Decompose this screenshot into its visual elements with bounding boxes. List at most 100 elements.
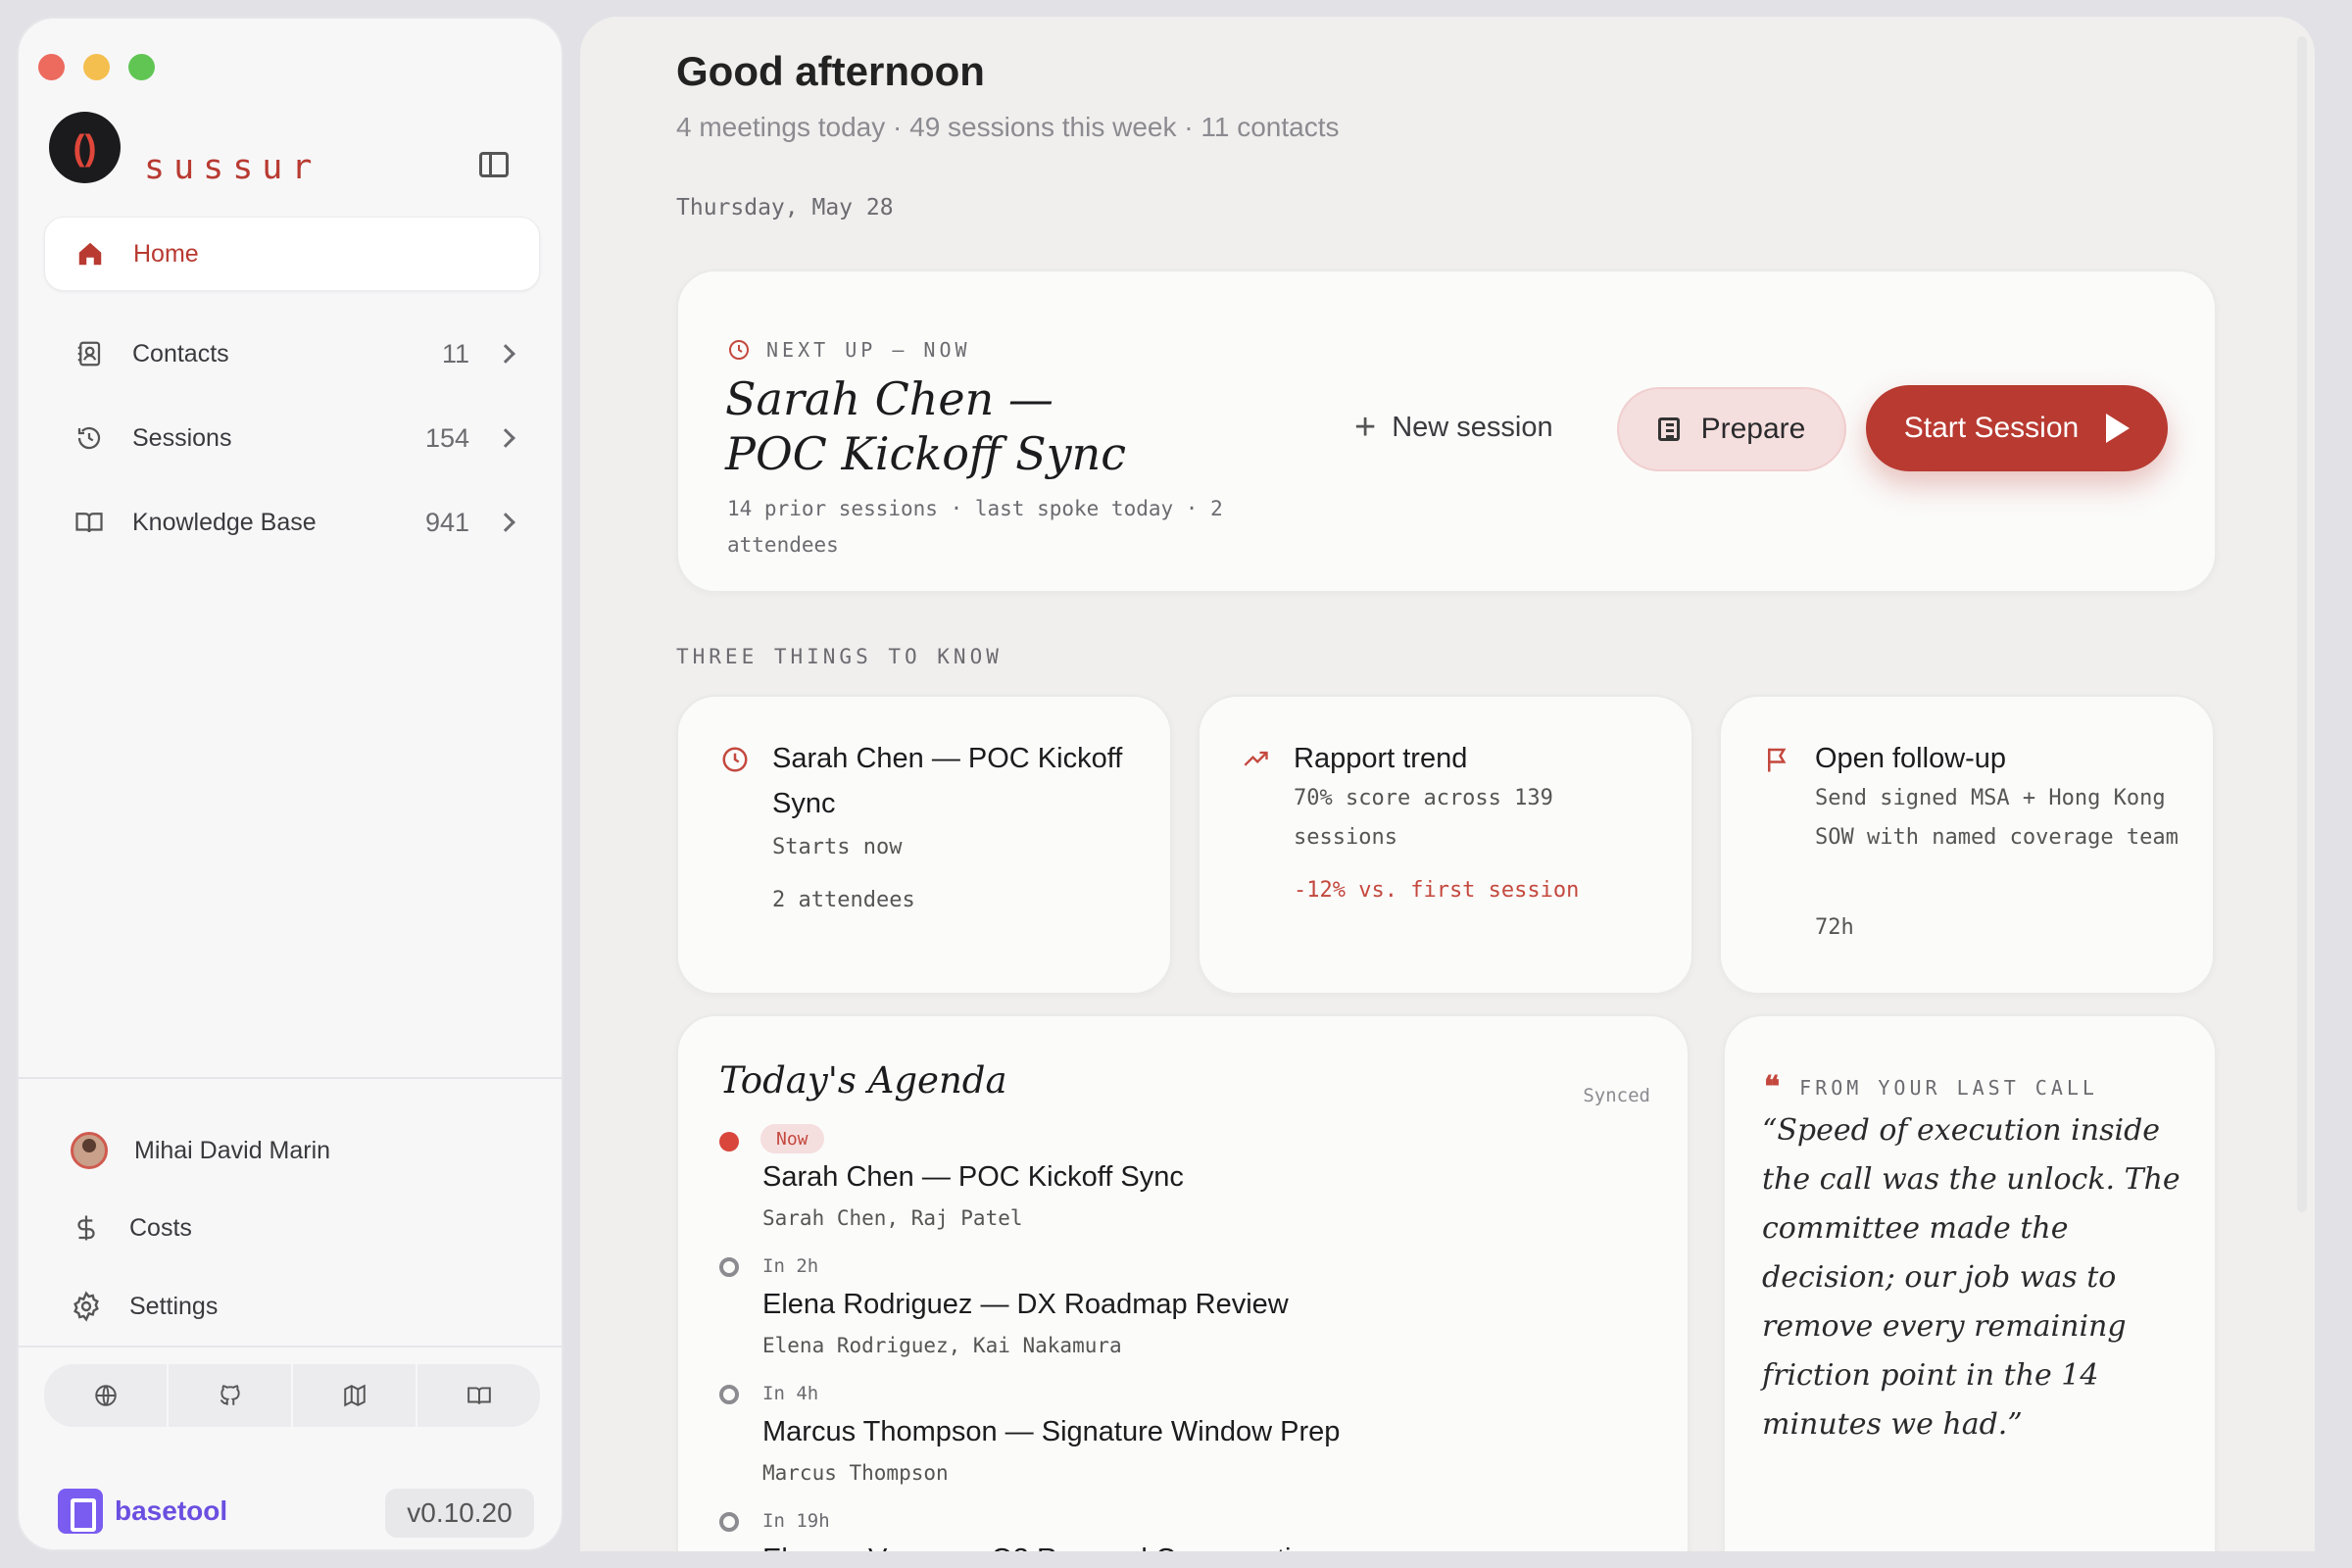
know-card-rapport[interactable]: Rapport trend 70% score across 139 sessi… [1198,695,1693,995]
flag-icon [1762,744,1793,775]
know-card-next-meeting[interactable]: Sarah Chen — POC Kickoff Sync Starts now… [676,695,1172,995]
know-card-subdetail: 72h [1815,915,1854,940]
last-call-card: ❝ FROM YOUR LAST CALL “Speed of executio… [1723,1014,2217,1551]
book-open-icon [74,507,105,538]
sidebar-item-settings[interactable]: Settings [71,1291,218,1322]
footer-link-bar [44,1364,540,1427]
contacts-icon [74,338,105,369]
next-up-title-line1: Sarah Chen — [725,372,1054,425]
prepare-label: Prepare [1700,413,1806,445]
agenda-item-attendees: Elena Rodriguez, Kai Nakamura [762,1334,1122,1357]
book-icon[interactable] [417,1364,540,1427]
chevron-right-icon[interactable] [496,344,515,364]
three-things-label: THREE THINGS TO KNOW [676,645,1003,668]
next-up-label: NEXT UP — NOW [766,338,971,362]
todays-agenda-card: Today's Agenda Synced Now Sarah Chen — P… [676,1014,1690,1551]
last-call-quote: “Speed of execution inside the call was … [1762,1113,2180,1442]
agenda-title: Today's Agenda [719,1059,1007,1102]
sidebar-divider [19,1077,562,1079]
sidebar-item-label: Sessions [132,423,232,452]
new-session-button[interactable]: + New session [1354,409,1553,446]
know-card-detail: Send signed MSA + Hong Kong SOW with nam… [1815,786,2179,850]
window-close-button[interactable] [38,54,65,80]
map-icon[interactable] [293,1364,417,1427]
agenda-item-attendees: Marcus Thompson [762,1461,949,1485]
sidebar-divider [19,1346,562,1348]
brand[interactable]: basetool [58,1489,227,1534]
know-card-subdetail: 2 attendees [772,888,915,912]
sidebar-item-sessions[interactable]: Sessions 154 [44,401,540,475]
sidebar-item-costs[interactable]: Costs [71,1212,192,1244]
user-name: Mihai David Marin [134,1136,331,1164]
dollar-icon [71,1212,102,1244]
start-session-label: Start Session [1903,412,2080,444]
know-card-title: Rapport trend [1294,743,1468,774]
know-card-detail: Starts now [772,835,903,859]
costs-label: Costs [129,1213,192,1242]
agenda-item-title: Elena Rodriguez — DX Roadmap Review [762,1289,1289,1320]
sidebar-item-contacts[interactable]: Contacts 11 [44,317,540,391]
clock-icon [719,744,751,775]
play-icon [2106,414,2131,443]
next-up-card: NEXT UP — NOW Sarah Chen — POC Kickoff S… [676,270,2217,593]
next-up-title: Sarah Chen — POC Kickoff Sync [725,371,1313,481]
plus-icon: + [1354,407,1377,448]
agenda-item-attendees: Sarah Chen, Raj Patel [762,1206,1023,1230]
next-up-title-line2: POC Kickoff Sync [725,427,1126,480]
window-minimize-button[interactable] [83,54,110,80]
chevron-right-icon[interactable] [496,428,515,448]
sessions-count: 154 [424,422,469,453]
sidebar-item-label: Knowledge Base [132,508,317,536]
contacts-count: 11 [441,338,469,368]
new-session-label: New session [1392,411,1553,443]
know-card-follow-up[interactable]: Open follow-up Send signed MSA + Hong Ko… [1719,695,2215,995]
status-dot-now [719,1132,739,1152]
agenda-item-title: Marcus Thompson — Signature Window Prep [762,1416,1341,1447]
home-icon [74,238,106,270]
clock-icon [727,338,751,362]
start-session-button[interactable]: Start Session [1866,385,2168,471]
page-title: Good afternoon [676,48,985,94]
sync-status: Synced [1583,1085,1650,1106]
globe-icon[interactable] [44,1364,169,1427]
basetool-logo-icon [58,1489,103,1534]
brand-name: basetool [115,1495,228,1526]
last-call-label: FROM YOUR LAST CALL [1799,1076,2098,1100]
sidebar-item-label: Contacts [132,339,229,368]
know-card-subdetail: -12% vs. first session [1294,878,1580,903]
prepare-button[interactable]: Prepare [1617,387,1846,471]
next-up-kicker: NEXT UP — NOW [727,338,971,362]
scrollbar[interactable] [2297,36,2307,1212]
know-card-detail: 70% score across 139 sessions [1294,786,1553,850]
main-content: Good afternoon 4 meetings today · 49 ses… [580,17,2315,1551]
sidebar-toggle-icon[interactable] [479,152,509,177]
quote-icon: ❝ [1764,1070,1785,1104]
sidebar-item-label: Home [133,239,199,268]
history-icon [74,422,105,454]
know-card-title: Sarah Chen — POC Kickoff Sync [772,743,1123,819]
next-up-meta: 14 prior sessions · last spoke today · 2… [727,497,1223,557]
window-zoom-button[interactable] [128,54,155,80]
knowledge-base-count: 941 [424,507,469,537]
status-dot-upcoming [719,1385,739,1404]
github-icon[interactable] [169,1364,293,1427]
agenda-item-when: In 4h [762,1383,819,1404]
status-dot-upcoming [719,1257,739,1277]
last-call-kicker: ❝ FROM YOUR LAST CALL [1764,1073,2098,1102]
notes-icon [1657,417,1680,441]
agenda-item-title: Sarah Chen — POC Kickoff Sync [762,1161,1184,1193]
app-logo: () [49,112,121,183]
know-card-title: Open follow-up [1815,743,2007,774]
version-badge: v0.10.20 [385,1489,534,1538]
app-name: sussur [144,148,321,187]
avatar [71,1132,108,1169]
sidebar-item-knowledge-base[interactable]: Knowledge Base 941 [44,485,540,560]
sidebar-item-home[interactable]: Home [44,217,540,291]
agenda-item-when: In 19h [762,1510,830,1532]
gear-icon [71,1291,102,1322]
settings-label: Settings [129,1292,219,1320]
user-profile[interactable]: Mihai David Marin [71,1132,330,1169]
chevron-right-icon[interactable] [496,513,515,532]
status-dot-upcoming [719,1512,739,1532]
now-badge: Now [760,1124,824,1153]
